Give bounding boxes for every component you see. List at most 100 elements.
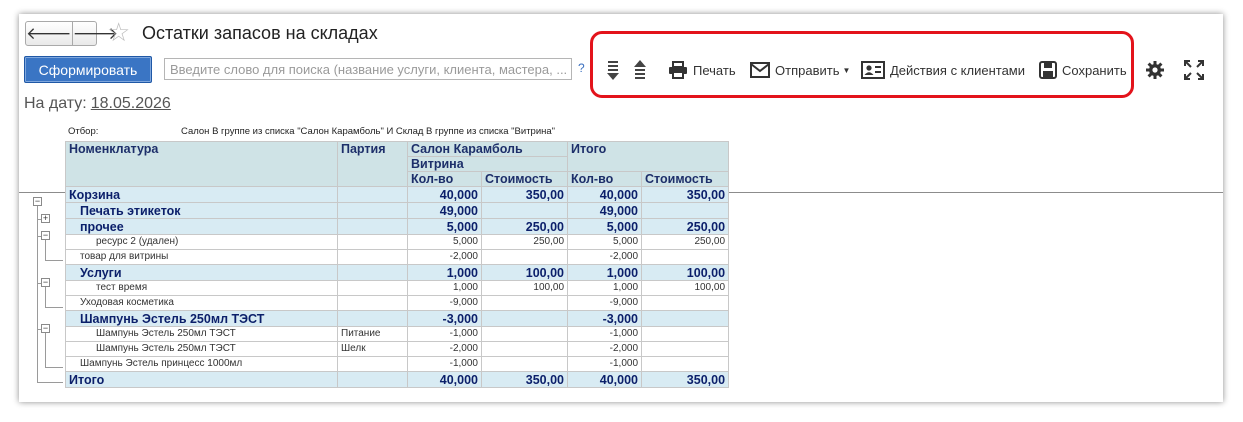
row-name: прочее [65, 218, 338, 235]
filter-line: Отбор: Салон В группе из списка "Салон К… [68, 126, 555, 137]
row-batch [337, 249, 408, 265]
collapse-toggle-icon[interactable]: − [33, 197, 42, 206]
header-cost: Стоимость [480, 171, 569, 187]
row-batch [337, 186, 408, 203]
row-total-qty: 40,000 [567, 186, 643, 203]
row-total-cost [641, 326, 730, 342]
row-qty: -3,000 [407, 310, 482, 327]
header-nomenclature: Номенклатура [65, 141, 338, 187]
header-total-qty: Кол-во [567, 171, 643, 187]
totals-batch [337, 371, 408, 388]
report-window: 🡐 🡒 ☆ Остатки запасов на складах Сформир… [19, 14, 1223, 402]
row-total-qty: 5,000 [567, 234, 643, 250]
row-name: ресурс 2 (удален) [65, 234, 338, 250]
row-batch [337, 295, 408, 311]
row-cost [480, 295, 569, 311]
table-row[interactable]: ресурс 2 (удален) 5,000 250,00 5,000 250,0… [65, 234, 730, 250]
row-qty: 5,000 [407, 218, 482, 235]
collapse-toggle-icon[interactable]: − [41, 324, 50, 333]
toolbar-highlight-frame [590, 31, 1134, 98]
row-cost [480, 249, 569, 265]
settings-button[interactable] [1145, 58, 1165, 82]
row-cost [480, 356, 569, 372]
fullscreen-button[interactable] [1184, 58, 1204, 82]
row-name: Корзина [65, 186, 338, 203]
row-total-cost: 100,00 [641, 264, 730, 281]
search-input[interactable] [164, 58, 572, 80]
row-total-cost: 100,00 [641, 280, 730, 296]
date-value-link[interactable]: 18.05.2026 [91, 95, 171, 112]
row-total-cost [641, 356, 730, 372]
table-row[interactable]: Шампунь Эстель 250мл ТЭСТ -3,000 -3,000 [65, 310, 730, 327]
table-row[interactable]: Корзина 40,000 350,00 40,000 350,00 [65, 186, 730, 203]
row-name: Услуги [65, 264, 338, 281]
row-total-qty: -2,000 [567, 249, 643, 265]
collapse-toggle-icon[interactable]: − [41, 231, 50, 240]
row-total-qty: -3,000 [567, 310, 643, 327]
collapse-toggle-icon[interactable]: − [41, 278, 50, 287]
row-total-cost: 250,00 [641, 234, 730, 250]
totals-total-cost: 350,00 [641, 371, 730, 388]
favorite-star-icon[interactable]: ☆ [107, 19, 130, 45]
fullscreen-icon [1184, 60, 1204, 80]
gear-icon [1146, 61, 1164, 79]
totals-total-qty: 40,000 [567, 371, 643, 388]
row-total-cost [641, 295, 730, 311]
row-qty: -1,000 [407, 326, 482, 342]
row-batch [337, 234, 408, 250]
row-batch: Питание [337, 326, 408, 342]
table-row[interactable]: Печать этикеток 49,000 49,000 [65, 202, 730, 219]
row-batch: Шелк [337, 341, 408, 357]
page-title: Остатки запасов на складах [142, 23, 378, 43]
table-row[interactable]: Шампунь Эстель принцесс 1000мл -1,000 -1… [65, 356, 730, 372]
row-qty: -2,000 [407, 249, 482, 265]
row-batch [337, 218, 408, 235]
row-cost: 250,00 [480, 234, 569, 250]
table-row[interactable]: прочее 5,000 250,00 5,000 250,00 [65, 218, 730, 235]
row-cost: 350,00 [480, 186, 569, 203]
table-row[interactable]: Уходовая косметика -9,000 -9,000 [65, 295, 730, 311]
row-total-cost [641, 249, 730, 265]
header-total-cost: Стоимость [641, 171, 730, 187]
row-batch [337, 356, 408, 372]
expand-toggle-icon[interactable]: + [41, 214, 50, 223]
header-batch: Партия [337, 141, 408, 187]
row-batch [337, 310, 408, 327]
row-name: Шампунь Эстель 250мл ТЭСТ [65, 326, 338, 342]
row-total-qty: 49,000 [567, 202, 643, 219]
row-name: Шампунь Эстель принцесс 1000мл [65, 356, 338, 372]
row-total-qty: 1,000 [567, 264, 643, 281]
row-batch [337, 202, 408, 219]
filter-label: Отбор: [68, 126, 99, 137]
row-name: товар для витрины [65, 249, 338, 265]
row-cost [480, 310, 569, 327]
row-cost: 100,00 [480, 264, 569, 281]
row-name: Печать этикеток [65, 202, 338, 219]
filter-value: Салон В группе из списка "Салон Карамбол… [181, 126, 556, 137]
table-row[interactable]: Услуги 1,000 100,00 1,000 100,00 [65, 264, 730, 281]
tree-controls: − + − − − [19, 14, 65, 402]
row-cost [480, 326, 569, 342]
row-total-qty: 1,000 [567, 280, 643, 296]
row-qty: 40,000 [407, 186, 482, 203]
table-row[interactable]: товар для витрины -2,000 -2,000 [65, 249, 730, 265]
table-row[interactable]: Шампунь Эстель 250мл ТЭСТ Питание -1,000 … [65, 326, 730, 342]
row-total-qty: -1,000 [567, 326, 643, 342]
totals-label: Итого [65, 371, 338, 388]
row-total-cost [641, 202, 730, 219]
header-warehouse: Витрина [406, 156, 569, 172]
row-cost: 100,00 [480, 280, 569, 296]
row-batch [337, 280, 408, 296]
row-qty: 1,000 [407, 280, 482, 296]
table-row[interactable]: тест время 1,000 100,00 1,000 100,00 [65, 280, 730, 296]
totals-cost: 350,00 [480, 371, 569, 388]
search-help-link[interactable]: ? [578, 61, 585, 75]
row-cost [480, 202, 569, 219]
row-batch [337, 264, 408, 281]
row-qty: 1,000 [407, 264, 482, 281]
row-total-cost [641, 310, 730, 327]
row-cost [480, 341, 569, 357]
table-row[interactable]: Шампунь Эстель 250мл ТЭСТ Шелк -2,000 -2,… [65, 341, 730, 357]
row-name: тест время [65, 280, 338, 296]
header-salon: Салон Карамболь [406, 141, 569, 157]
